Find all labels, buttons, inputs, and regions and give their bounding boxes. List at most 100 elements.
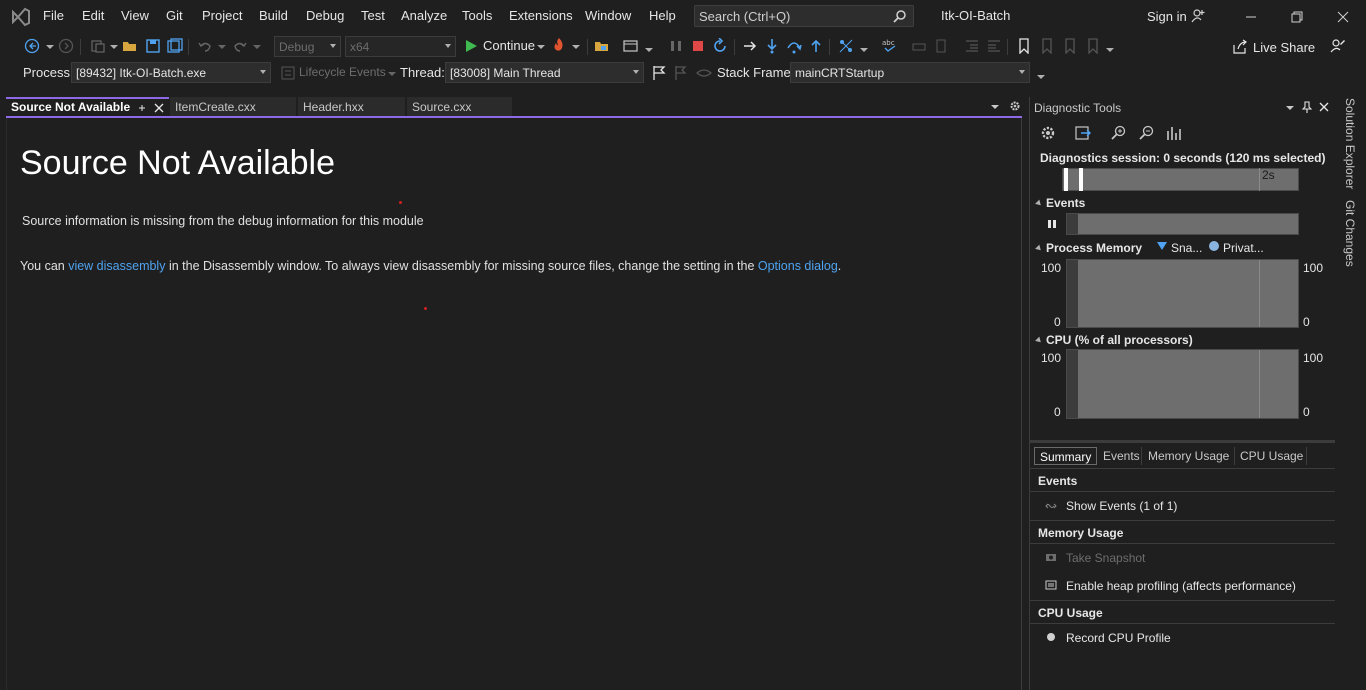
selection-start-handle[interactable] bbox=[1064, 168, 1068, 191]
pause-icon[interactable] bbox=[1047, 219, 1057, 229]
dropdown-arrow-icon[interactable] bbox=[214, 38, 230, 54]
close-tab-icon[interactable] bbox=[154, 103, 164, 113]
dropdown-arrow-icon[interactable] bbox=[249, 38, 265, 54]
events-section-header[interactable]: Events bbox=[1035, 196, 1085, 210]
dropdown-arrow-icon[interactable] bbox=[1102, 41, 1118, 57]
settings-gear-icon[interactable] bbox=[1040, 125, 1056, 141]
restore-icon[interactable] bbox=[1289, 9, 1305, 25]
live-share-button[interactable]: Live Share bbox=[1253, 40, 1315, 55]
lifecycle-events-icon[interactable] bbox=[280, 65, 296, 81]
select-tools-icon[interactable] bbox=[1075, 125, 1091, 141]
process-select[interactable]: [89432] Itk-OI-Batch.exe bbox=[71, 62, 271, 83]
dropdown-arrow-icon[interactable] bbox=[42, 38, 58, 54]
uncomment-icon[interactable] bbox=[933, 38, 949, 54]
comment-icon[interactable] bbox=[911, 38, 927, 54]
solution-explorer-side-tab[interactable]: Solution Explorer bbox=[1343, 98, 1357, 189]
next-bookmark-icon[interactable] bbox=[1062, 38, 1078, 54]
step-into-icon[interactable] bbox=[764, 38, 780, 54]
tab-memory-usage[interactable]: Memory Usage bbox=[1143, 447, 1235, 465]
break-all-icon[interactable] bbox=[668, 38, 684, 54]
menu-view[interactable]: View bbox=[121, 8, 149, 23]
tab-itemcreate-cxx[interactable]: ItemCreate.cxx bbox=[170, 97, 296, 116]
dropdown-arrow-icon[interactable] bbox=[1033, 68, 1049, 84]
view-disassembly-link[interactable]: view disassembly bbox=[68, 259, 165, 273]
menu-build[interactable]: Build bbox=[259, 8, 288, 23]
solution-configuration-select[interactable]: Debug bbox=[274, 36, 341, 57]
live-share-icon[interactable] bbox=[1232, 39, 1248, 55]
tab-events[interactable]: Events bbox=[1098, 447, 1142, 465]
account-icon[interactable] bbox=[1190, 8, 1206, 24]
open-folder-icon[interactable] bbox=[122, 38, 138, 54]
bookmark-icon[interactable] bbox=[1016, 38, 1032, 54]
new-project-icon[interactable] bbox=[90, 38, 106, 54]
dropdown-arrow-icon[interactable] bbox=[856, 41, 872, 57]
undo-icon[interactable] bbox=[197, 38, 213, 54]
events-track[interactable] bbox=[1066, 213, 1299, 235]
process-memory-graph[interactable] bbox=[1066, 259, 1299, 328]
menu-project[interactable]: Project bbox=[202, 8, 242, 23]
dropdown-arrow-icon[interactable] bbox=[641, 41, 657, 57]
application-insights-icon[interactable] bbox=[623, 38, 639, 54]
navigate-back-icon[interactable] bbox=[24, 38, 40, 54]
decrease-indent-icon[interactable] bbox=[964, 38, 980, 54]
stack-frame-select[interactable]: mainCRTStartup bbox=[790, 62, 1030, 83]
tab-summary[interactable]: Summary bbox=[1034, 447, 1097, 465]
menu-git[interactable]: Git bbox=[166, 8, 183, 23]
dropdown-arrow-icon[interactable] bbox=[106, 38, 122, 54]
spell-check-icon[interactable]: abc bbox=[882, 37, 898, 53]
tab-source-not-available[interactable]: Source Not Available bbox=[6, 97, 169, 116]
splitter[interactable] bbox=[1030, 440, 1335, 443]
zoom-out-icon[interactable] bbox=[1139, 125, 1155, 141]
dropdown-arrow-icon[interactable] bbox=[568, 38, 584, 54]
pin-icon[interactable] bbox=[1302, 101, 1312, 113]
enable-heap-profiling-link[interactable]: Enable heap profiling (affects performan… bbox=[1066, 579, 1296, 593]
options-dialog-link[interactable]: Options dialog bbox=[758, 259, 838, 273]
clear-bookmarks-icon[interactable] bbox=[1085, 38, 1101, 54]
panel-menu-dropdown-icon[interactable] bbox=[1285, 103, 1295, 113]
stop-debugging-icon[interactable] bbox=[690, 38, 706, 54]
feedback-icon[interactable] bbox=[1330, 38, 1346, 54]
previous-bookmark-icon[interactable] bbox=[1039, 38, 1055, 54]
redo-icon[interactable] bbox=[232, 38, 248, 54]
code-map-icon[interactable] bbox=[838, 38, 854, 54]
reset-zoom-chart-icon[interactable] bbox=[1166, 125, 1182, 141]
close-window-icon[interactable] bbox=[1335, 9, 1351, 25]
git-changes-side-tab[interactable]: Git Changes bbox=[1343, 200, 1357, 267]
menu-extensions[interactable]: Extensions bbox=[509, 8, 573, 23]
menu-edit[interactable]: Edit bbox=[82, 8, 104, 23]
menu-help[interactable]: Help bbox=[649, 8, 676, 23]
restart-icon[interactable] bbox=[712, 38, 728, 54]
continue-button[interactable]: Continue bbox=[483, 38, 535, 53]
toggle-flag-icon[interactable] bbox=[651, 65, 667, 81]
zoom-in-icon[interactable] bbox=[1111, 125, 1127, 141]
menu-debug[interactable]: Debug bbox=[306, 8, 344, 23]
solution-platform-select[interactable]: x64 bbox=[345, 36, 456, 57]
menu-analyze[interactable]: Analyze bbox=[401, 8, 447, 23]
flag-all-threads-icon[interactable] bbox=[673, 65, 689, 81]
step-out-icon[interactable] bbox=[808, 38, 824, 54]
take-snapshot-button[interactable]: Take Snapshot bbox=[1066, 551, 1145, 565]
show-threads-in-source-icon[interactable] bbox=[696, 65, 712, 81]
tab-cpu-usage[interactable]: CPU Usage bbox=[1235, 447, 1307, 465]
cpu-section-header[interactable]: CPU (% of all processors) bbox=[1035, 333, 1193, 347]
tab-source-cxx[interactable]: Source.cxx bbox=[407, 97, 512, 116]
lifecycle-events-button[interactable]: Lifecycle Events bbox=[299, 65, 386, 79]
continue-play-icon[interactable] bbox=[463, 38, 479, 54]
menu-file[interactable]: File bbox=[43, 8, 64, 23]
record-cpu-profile-button[interactable]: Record CPU Profile bbox=[1066, 631, 1171, 645]
step-over-icon[interactable] bbox=[786, 38, 802, 54]
menu-window[interactable]: Window bbox=[585, 8, 631, 23]
browse-folder-icon[interactable] bbox=[594, 38, 610, 54]
save-icon[interactable] bbox=[145, 38, 161, 54]
selection-end-handle[interactable] bbox=[1079, 168, 1083, 191]
pin-icon[interactable] bbox=[137, 103, 147, 113]
search-input[interactable]: Search (Ctrl+Q) bbox=[694, 5, 914, 27]
navigate-forward-icon[interactable] bbox=[58, 38, 74, 54]
dropdown-arrow-icon[interactable] bbox=[533, 38, 549, 54]
save-all-icon[interactable] bbox=[167, 38, 183, 54]
menu-test[interactable]: Test bbox=[361, 8, 385, 23]
increase-indent-icon[interactable] bbox=[986, 38, 1002, 54]
tab-list-dropdown-icon[interactable] bbox=[990, 102, 1000, 112]
cpu-usage-graph[interactable] bbox=[1066, 349, 1299, 419]
sign-in-link[interactable]: Sign in bbox=[1147, 9, 1187, 24]
